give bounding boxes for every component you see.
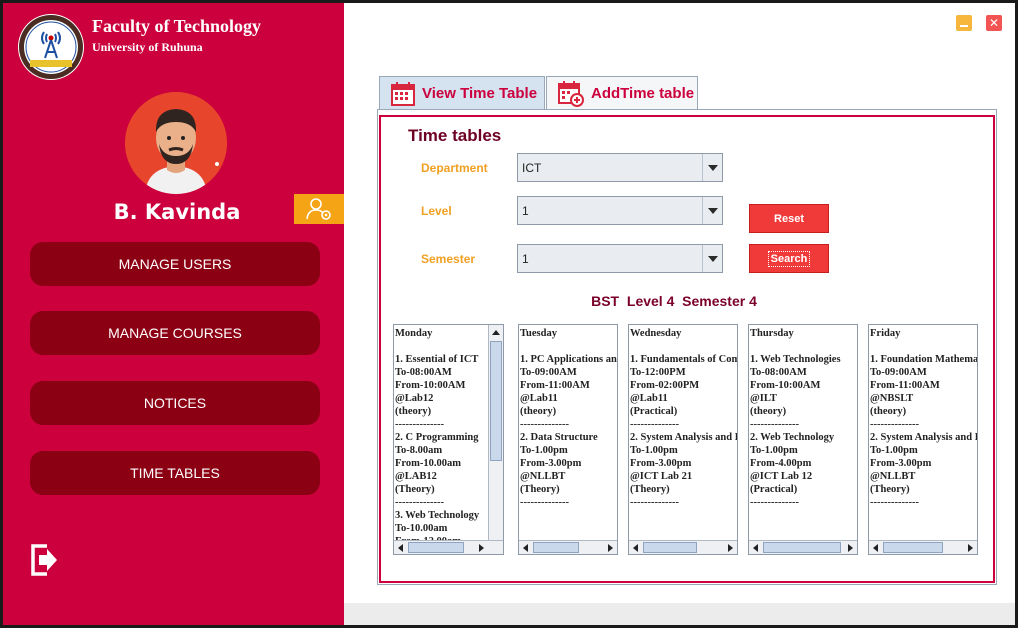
user-avatar bbox=[125, 92, 227, 194]
calendar-add-icon bbox=[558, 80, 584, 107]
chevron-down-icon[interactable] bbox=[702, 154, 722, 181]
day-text: Wednesday 1. Fundamentals of Com To-12:0… bbox=[630, 328, 737, 508]
bottom-strip bbox=[344, 603, 1015, 625]
level-select[interactable]: 1 bbox=[517, 196, 723, 225]
chevron-down-icon[interactable] bbox=[702, 245, 722, 272]
faculty-title: Faculty of Technology bbox=[92, 16, 262, 36]
day-text: Thursday 1. Web Technologies To-08:00AM … bbox=[750, 328, 841, 508]
tab-view-time-table-label: View Time Table bbox=[422, 85, 538, 102]
day-textarea-thursday[interactable]: Thursday 1. Web Technologies To-08:00AM … bbox=[748, 324, 858, 555]
day-text: Friday 1. Foundation Mathema To-09:00AM … bbox=[870, 328, 978, 508]
scroll-thumb[interactable] bbox=[643, 542, 697, 553]
app-window: Faculty of Technology University of Ruhu… bbox=[0, 0, 1018, 628]
scroll-right-icon[interactable] bbox=[964, 541, 977, 554]
scroll-left-icon[interactable] bbox=[394, 541, 407, 554]
university-name: University of Ruhuna bbox=[92, 40, 203, 54]
search-button[interactable]: Search bbox=[749, 244, 829, 273]
result-heading: BST Level 4 Semester 4 bbox=[591, 293, 757, 309]
panel-heading: Time tables bbox=[408, 126, 502, 145]
department-select[interactable]: ICT bbox=[517, 153, 723, 182]
horizontal-scrollbar[interactable] bbox=[394, 540, 503, 554]
scroll-up-icon[interactable] bbox=[489, 325, 503, 339]
scroll-thumb[interactable] bbox=[408, 542, 464, 553]
horizontal-scrollbar[interactable] bbox=[629, 540, 737, 554]
scroll-left-icon[interactable] bbox=[869, 541, 882, 554]
scroll-right-icon[interactable] bbox=[604, 541, 617, 554]
search-button-label: Search bbox=[767, 250, 811, 267]
logout-icon bbox=[31, 544, 57, 576]
semester-value: 1 bbox=[522, 252, 529, 266]
horizontal-scrollbar[interactable] bbox=[749, 540, 857, 554]
scroll-thumb[interactable] bbox=[490, 341, 502, 461]
scroll-left-icon[interactable] bbox=[749, 541, 762, 554]
day-textarea-tuesday[interactable]: Tuesday 1. PC Applications and To-09:00A… bbox=[518, 324, 618, 555]
nav-notices[interactable]: NOTICES bbox=[30, 381, 320, 425]
scroll-thumb[interactable] bbox=[533, 542, 579, 553]
department-value: ICT bbox=[522, 161, 542, 175]
day-textarea-monday[interactable]: Monday 1. Essential of ICT To-08:00AM Fr… bbox=[393, 324, 504, 555]
horizontal-scrollbar[interactable] bbox=[869, 540, 977, 554]
tab-view-time-table[interactable]: View Time Table bbox=[379, 76, 545, 110]
day-text: Monday 1. Essential of ICT To-08:00AM Fr… bbox=[395, 328, 480, 547]
faculty-logo bbox=[18, 14, 84, 80]
user-name: B. Kavinda bbox=[113, 200, 241, 224]
nav-manage-courses[interactable]: MANAGE COURSES bbox=[30, 311, 320, 355]
close-icon[interactable]: ✕ bbox=[986, 15, 1002, 31]
horizontal-scrollbar[interactable] bbox=[519, 540, 617, 554]
level-value: 1 bbox=[522, 204, 529, 218]
day-text: Tuesday 1. PC Applications and To-09:00A… bbox=[520, 328, 617, 508]
scroll-right-icon[interactable] bbox=[724, 541, 737, 554]
main-area: ✕ View Time Table AddTime table Time tab… bbox=[344, 3, 1015, 625]
nav-time-tables[interactable]: TIME TABLES bbox=[30, 451, 320, 495]
reset-button[interactable]: Reset bbox=[749, 204, 829, 233]
scroll-left-icon[interactable] bbox=[629, 541, 642, 554]
scroll-right-icon[interactable] bbox=[844, 541, 857, 554]
scroll-thumb[interactable] bbox=[763, 542, 841, 553]
logout-button[interactable] bbox=[29, 543, 59, 577]
nav-manage-users[interactable]: MANAGE USERS bbox=[30, 242, 320, 286]
minimize-icon[interactable] bbox=[956, 15, 972, 31]
chevron-down-icon[interactable] bbox=[702, 197, 722, 224]
user-settings-button[interactable] bbox=[294, 194, 344, 224]
scroll-right-icon[interactable] bbox=[475, 541, 488, 554]
level-label: Level bbox=[421, 204, 452, 218]
scroll-thumb[interactable] bbox=[883, 542, 943, 553]
user-gear-icon bbox=[306, 198, 331, 220]
sidebar: Faculty of Technology University of Ruhu… bbox=[3, 3, 344, 625]
tab-add-time-table[interactable]: AddTime table bbox=[546, 76, 698, 110]
tab-add-time-table-label: AddTime table bbox=[591, 85, 695, 102]
reset-button-label: Reset bbox=[774, 212, 804, 225]
day-textarea-friday[interactable]: Friday 1. Foundation Mathema To-09:00AM … bbox=[868, 324, 978, 555]
department-label: Department bbox=[421, 161, 488, 175]
semester-label: Semester bbox=[421, 252, 476, 266]
calendar-icon bbox=[391, 81, 415, 106]
scroll-left-icon[interactable] bbox=[519, 541, 532, 554]
semester-select[interactable]: 1 bbox=[517, 244, 723, 273]
vertical-scrollbar[interactable] bbox=[488, 325, 503, 540]
day-textarea-wednesday[interactable]: Wednesday 1. Fundamentals of Com To-12:0… bbox=[628, 324, 738, 555]
